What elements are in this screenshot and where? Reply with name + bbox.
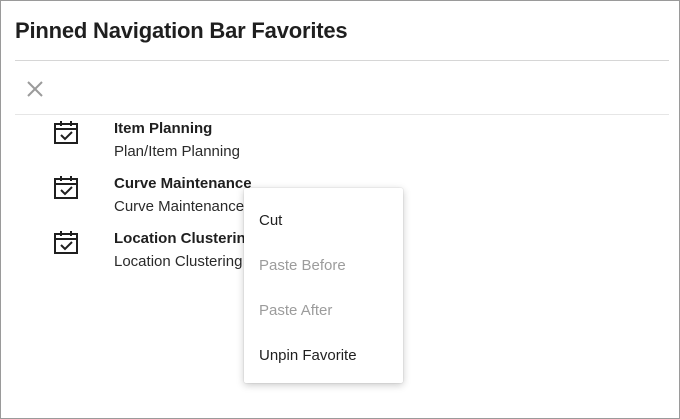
menu-item-cut[interactable]: Cut bbox=[259, 212, 282, 229]
menu-item-paste-before[interactable]: Paste Before bbox=[259, 257, 346, 274]
calendar-check-icon bbox=[54, 176, 78, 199]
menu-item-unpin-favorite[interactable]: Unpin Favorite bbox=[259, 347, 357, 364]
pinned-favorites-dialog: Pinned Navigation Bar Favorites Item Pla… bbox=[0, 0, 680, 419]
close-icon bbox=[27, 81, 43, 97]
favorite-name: Location Clustering bbox=[114, 230, 255, 247]
favorite-path: Plan/Item Planning bbox=[114, 143, 240, 160]
header-divider bbox=[15, 60, 669, 61]
favorite-name: Curve Maintenance bbox=[114, 175, 252, 192]
favorite-name: Item Planning bbox=[114, 120, 213, 137]
calendar-check-icon bbox=[54, 231, 78, 254]
calendar-check-icon bbox=[54, 121, 78, 144]
favorite-path: Curve Maintenance bbox=[114, 198, 245, 215]
close-button[interactable] bbox=[23, 77, 47, 101]
dialog-title: Pinned Navigation Bar Favorites bbox=[15, 18, 348, 43]
favorite-item-item-planning[interactable]: Item Planning Plan/Item Planning bbox=[1, 117, 401, 169]
toolbar-divider bbox=[15, 114, 669, 115]
menu-item-paste-after[interactable]: Paste After bbox=[259, 302, 332, 319]
context-menu: Cut Paste Before Paste After Unpin Favor… bbox=[244, 188, 403, 383]
favorite-path: Location Clustering bbox=[114, 253, 243, 270]
